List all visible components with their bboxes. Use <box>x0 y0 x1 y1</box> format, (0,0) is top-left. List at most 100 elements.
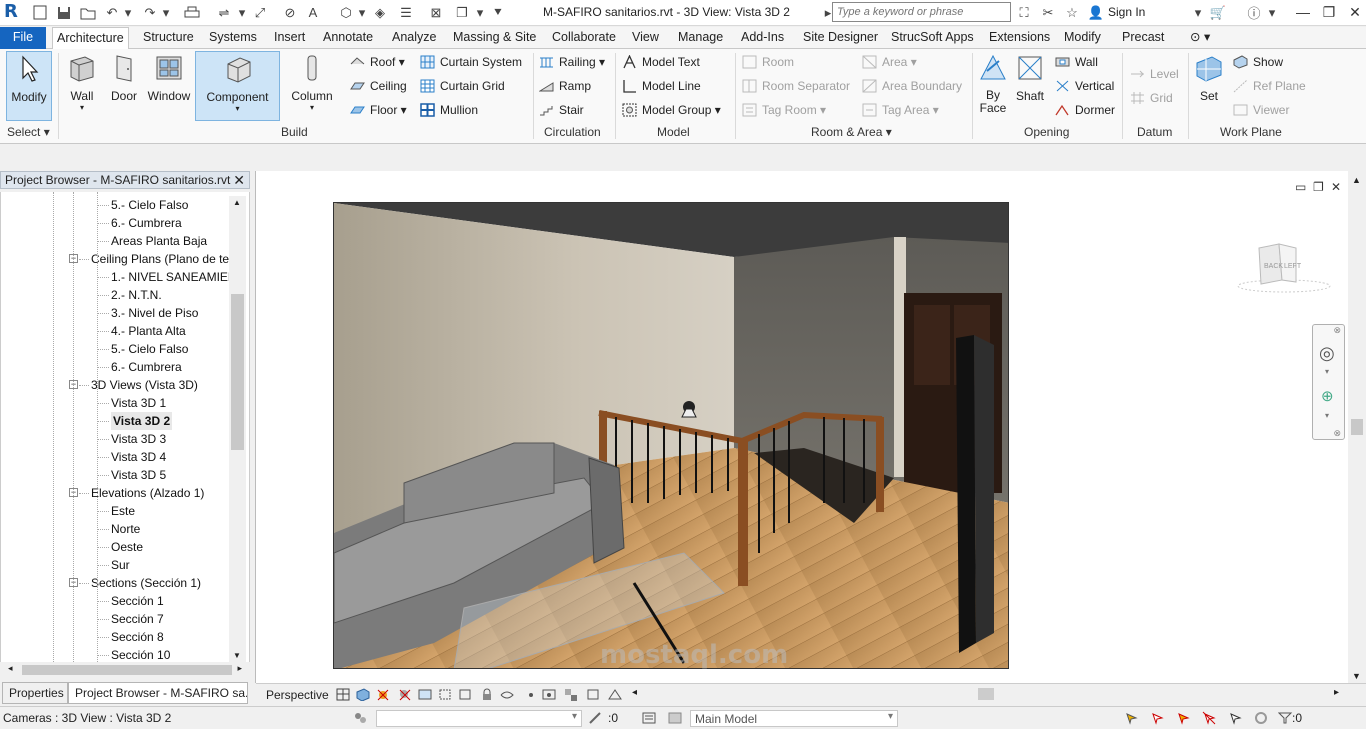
tab-architecture[interactable]: Architecture <box>52 27 129 50</box>
curtain-system-button[interactable]: Curtain System <box>420 52 522 72</box>
tab-analyze[interactable]: Analyze <box>388 27 440 49</box>
tab-insert[interactable]: Insert <box>270 27 309 49</box>
column-button[interactable]: Column ▾ <box>289 51 335 121</box>
project-browser-vscroll-thumb[interactable] <box>231 294 244 450</box>
tree-group[interactable]: Sections (Sección 1) <box>91 574 201 592</box>
binoculars-icon[interactable]: ⛶ <box>1014 3 1034 22</box>
area-button[interactable]: Area ▾ <box>862 52 917 72</box>
dimension-icon[interactable]: ⤢ <box>250 3 270 22</box>
customize-qat-icon[interactable]: ⯆ <box>488 3 508 22</box>
project-browser-vscroll[interactable]: ▲ ▼ <box>229 196 246 662</box>
tag-icon[interactable]: ⊘ <box>280 3 300 22</box>
component-button[interactable]: Component ▾ <box>195 51 280 121</box>
tree-item[interactable]: Sección 10 <box>111 646 170 662</box>
tree-item[interactable]: Oeste <box>111 538 143 556</box>
tab-manage[interactable]: Manage <box>674 27 727 49</box>
help-dropdown-icon[interactable]: ▾ <box>1262 3 1282 22</box>
tree-item[interactable]: 6.- Cumbrera <box>111 358 182 376</box>
tab-site-designer[interactable]: Site Designer <box>799 27 882 49</box>
tree-item[interactable]: Areas Planta Baja <box>111 232 207 250</box>
tree-item[interactable]: 2.- N.T.N. <box>111 286 162 304</box>
text-icon[interactable]: A <box>303 3 323 22</box>
tree-item[interactable]: Vista 3D 2 <box>111 412 173 430</box>
workset-dropdown[interactable]: ▾ <box>376 710 582 727</box>
wall-opening-button[interactable]: Wall <box>1055 52 1098 72</box>
reveal-hidden-icon[interactable] <box>524 688 538 701</box>
tree-item[interactable]: Vista 3D 1 <box>111 394 166 412</box>
select-underlay-icon[interactable] <box>1150 711 1165 725</box>
close-button[interactable]: ✕ <box>1342 2 1366 22</box>
view-minimize-icon[interactable]: ▭ <box>1295 180 1306 194</box>
visual-style-icon[interactable] <box>356 688 370 701</box>
redo-dropdown-icon[interactable]: ▾ <box>156 3 176 22</box>
temporary-view-properties-icon[interactable] <box>542 688 556 701</box>
tab-systems[interactable]: Systems <box>205 27 261 49</box>
tree-item[interactable]: Sección 1 <box>111 592 164 610</box>
zoom-region-icon[interactable]: ⊕ <box>1321 387 1334 405</box>
grid-button[interactable]: Grid <box>1130 88 1173 108</box>
project-browser-hscroll[interactable]: ◂ ▸ <box>4 662 248 678</box>
ref-plane-button[interactable]: Ref Plane <box>1233 76 1306 96</box>
view-close-icon[interactable]: ✕ <box>1331 180 1341 194</box>
area-boundary-button[interactable]: Area Boundary <box>862 76 962 96</box>
properties-tab[interactable]: Properties <box>2 682 68 704</box>
reveal-constraints-icon[interactable] <box>586 688 600 701</box>
model-group-button[interactable]: Model Group ▾ <box>622 100 721 120</box>
analytical-model-icon[interactable] <box>608 688 622 701</box>
sign-in-link[interactable]: Sign In <box>1108 5 1145 19</box>
tab-modify[interactable]: Modify <box>1060 27 1105 49</box>
crop-region-icon[interactable] <box>458 688 472 701</box>
undo-dropdown-icon[interactable]: ▾ <box>118 3 138 22</box>
canvas-vscroll-thumb[interactable] <box>1351 419 1363 435</box>
dormer-button[interactable]: Dormer <box>1055 100 1115 120</box>
select-pinned-icon[interactable] <box>1176 711 1191 725</box>
navbar-close-icon[interactable]: ⊗ <box>1333 325 1341 336</box>
canvas-vscroll[interactable]: ▲ ▼ <box>1348 171 1366 683</box>
tree-item[interactable]: 1.- NIVEL SANEAMIEN <box>111 268 237 286</box>
switch-windows-dropdown-icon[interactable]: ▾ <box>470 3 490 22</box>
floor-button[interactable]: Floor ▾ <box>350 100 407 120</box>
view-projection-label[interactable]: Perspective <box>266 688 329 702</box>
window-button[interactable]: Window <box>146 51 192 121</box>
tree-group[interactable]: 3D Views (Vista 3D) <box>91 376 198 394</box>
render-icon[interactable] <box>418 688 432 701</box>
set-work-plane-button[interactable]: Set <box>1192 51 1226 121</box>
canvas-hscroll-thumb[interactable] <box>978 688 994 700</box>
room-area-panel-label[interactable]: Room & Area ▾ <box>811 125 892 139</box>
save-icon[interactable] <box>54 3 74 22</box>
section-icon[interactable]: ◈ <box>370 3 390 22</box>
tree-item[interactable]: 5.- Cielo Falso <box>111 340 188 358</box>
show-work-plane-button[interactable]: Show <box>1233 52 1283 72</box>
tree-group[interactable]: Elevations (Alzado 1) <box>91 484 204 502</box>
sun-path-icon[interactable] <box>376 688 390 701</box>
tree-group[interactable]: Ceiling Plans (Plano de tec <box>91 250 235 268</box>
tree-item[interactable]: Norte <box>111 520 140 538</box>
exclude-options-icon[interactable] <box>668 711 683 725</box>
hscroll-left-icon[interactable]: ◂ <box>632 687 637 698</box>
zoom-dropdown-icon[interactable]: ▾ <box>1325 411 1329 420</box>
new-icon[interactable] <box>30 3 50 22</box>
tree-item[interactable]: 4.- Planta Alta <box>111 322 186 340</box>
select-links-icon[interactable] <box>1124 711 1139 725</box>
design-options-icon[interactable] <box>642 711 657 725</box>
tab-extensions[interactable]: Extensions <box>985 27 1054 49</box>
select-panel-label[interactable]: Select ▾ <box>7 125 50 139</box>
tree-item[interactable]: 3.- Nivel de Piso <box>111 304 198 322</box>
steering-wheel-dropdown-icon[interactable]: ▾ <box>1325 367 1329 376</box>
shaft-button[interactable]: Shaft <box>1013 51 1047 121</box>
project-browser-tab[interactable]: Project Browser - M-SAFIRO sa... <box>68 682 248 704</box>
tree-item[interactable]: Vista 3D 5 <box>111 466 166 484</box>
project-browser-close-icon[interactable]: ✕ <box>233 172 245 189</box>
model-text-button[interactable]: Model Text <box>622 52 700 72</box>
ribbon-options-toggle[interactable]: ⊙ ▾ <box>1186 27 1214 49</box>
mullion-button[interactable]: Mullion <box>420 100 478 120</box>
select-by-face-icon[interactable] <box>1202 711 1217 725</box>
cart-icon[interactable]: 🛒 <box>1208 3 1228 22</box>
tab-view[interactable]: View <box>628 27 663 49</box>
print-icon[interactable] <box>182 3 202 22</box>
tree-item[interactable]: Sección 7 <box>111 610 164 628</box>
3d-view-viewport[interactable] <box>333 202 1009 669</box>
tree-item[interactable]: Sección 8 <box>111 628 164 646</box>
design-option-dropdown[interactable]: Main Model ▾ <box>690 710 898 727</box>
measure-dropdown-icon[interactable]: ▾ <box>232 3 252 22</box>
